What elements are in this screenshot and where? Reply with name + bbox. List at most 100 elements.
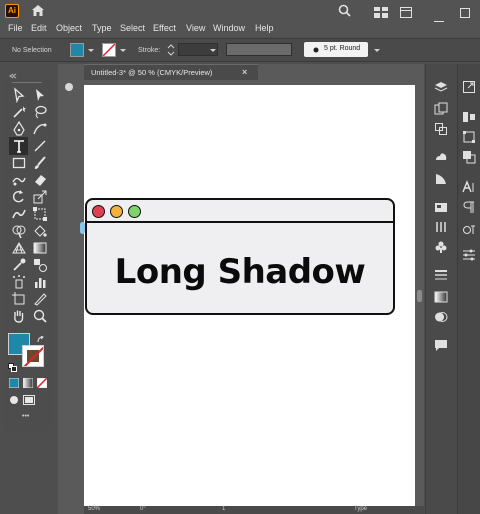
rectangle-tool-icon[interactable] (11, 155, 27, 171)
gradient-mode-icon[interactable] (22, 375, 34, 393)
brush-label: 5 pt. Round (324, 45, 361, 52)
brush-definition[interactable]: 5 pt. Round (304, 42, 368, 57)
slice-tool-icon[interactable] (32, 291, 48, 307)
libraries-icon[interactable] (434, 150, 448, 164)
live-paint-bucket-icon[interactable] (32, 223, 48, 239)
opentype-icon[interactable] (462, 222, 476, 236)
vertical-scrollbar-thumb[interactable] (417, 290, 422, 302)
screen-mode-icon[interactable] (23, 392, 35, 410)
collapse-panel-icon[interactable] (9, 66, 17, 84)
panel-anchor-icon (62, 80, 76, 99)
menu-select[interactable]: Select (120, 23, 145, 33)
shaper-tool-icon[interactable] (11, 172, 27, 188)
stroke-panel-icon[interactable] (434, 268, 448, 282)
stroke-dropdown-icon[interactable] (120, 49, 126, 52)
home-icon[interactable] (31, 4, 45, 22)
symbols-icon[interactable] (434, 240, 448, 254)
minimize-dot (110, 205, 123, 218)
menu-file[interactable]: File (8, 23, 23, 33)
selection-tool-icon[interactable] (11, 87, 27, 103)
status-mode: Type (354, 506, 368, 512)
stroke-label: Stroke: (138, 47, 161, 54)
close-icon[interactable]: × (242, 67, 247, 77)
transform-icon[interactable] (462, 130, 476, 144)
menu-object[interactable]: Object (56, 23, 82, 33)
blend-tool-icon[interactable] (32, 257, 48, 273)
rotate-tool-icon[interactable] (11, 189, 27, 205)
eraser-tool-icon[interactable] (32, 172, 48, 188)
draw-mode-icon[interactable] (9, 392, 19, 410)
rotation-value[interactable]: 0° (140, 506, 146, 512)
artboard-tool-icon[interactable] (11, 291, 27, 307)
arrange-documents-icon[interactable] (374, 5, 388, 23)
menu-effect[interactable]: Effect (153, 23, 176, 33)
pathfinder-icon[interactable] (462, 150, 476, 164)
stroke-swatch[interactable] (102, 43, 116, 57)
selection-status: No Selection (12, 47, 52, 54)
pen-tool-icon[interactable] (11, 121, 27, 137)
maximize-icon[interactable] (460, 5, 470, 23)
zoom-dot (128, 205, 141, 218)
asset-export-icon[interactable] (434, 122, 448, 136)
brush-dropdown-icon[interactable] (374, 49, 380, 52)
variable-width-profile[interactable] (226, 43, 292, 56)
type-tool-icon[interactable] (9, 137, 28, 155)
artboard-number[interactable]: 1 (222, 506, 225, 512)
column-graph-tool-icon[interactable] (32, 274, 48, 290)
menu-window[interactable]: Window (213, 23, 245, 33)
curvature-tool-icon[interactable] (32, 121, 48, 137)
scale-tool-icon[interactable] (32, 189, 48, 205)
transparency-icon[interactable] (434, 310, 448, 324)
menu-type[interactable]: Type (92, 23, 112, 33)
document-tab[interactable]: Untitled-3* @ 50 % (CMYK/Preview) × (84, 64, 258, 80)
warp-tool-icon[interactable] (11, 206, 27, 222)
application-bar: Ai (0, 0, 480, 23)
shape-builder-tool-icon[interactable] (11, 223, 27, 239)
zoom-tool-icon[interactable] (32, 308, 48, 324)
character-icon[interactable] (462, 180, 476, 194)
text-cursor-indicator (80, 222, 85, 234)
color-mode-icon[interactable] (8, 375, 20, 393)
properties-icon[interactable] (434, 172, 448, 186)
artboards-icon[interactable] (434, 102, 448, 116)
menu-edit[interactable]: Edit (31, 23, 47, 33)
stroke-weight-dropdown-icon[interactable] (210, 49, 216, 52)
direct-selection-tool-icon[interactable] (32, 87, 48, 103)
swap-fill-stroke-icon[interactable] (37, 331, 45, 349)
workspace-switcher-icon[interactable] (400, 5, 412, 23)
fill-swatch[interactable] (70, 43, 84, 57)
align-icon[interactable] (462, 110, 476, 124)
browser-window-artwork[interactable]: Long Shadow (85, 198, 395, 315)
menu-help[interactable]: Help (255, 23, 274, 33)
brushes-icon[interactable] (434, 220, 448, 234)
paintbrush-tool-icon[interactable] (32, 155, 48, 171)
hand-tool-icon[interactable] (11, 308, 27, 324)
properties-sliders-icon[interactable] (462, 248, 476, 262)
free-transform-tool-icon[interactable] (32, 206, 48, 222)
magic-wand-tool-icon[interactable] (11, 104, 27, 120)
app-logo: Ai (5, 4, 19, 18)
edit-toolbar-button[interactable]: ••• (22, 413, 29, 420)
perspective-grid-tool-icon[interactable] (11, 240, 27, 256)
search-icon[interactable] (338, 4, 351, 22)
image-trace-icon[interactable] (434, 200, 448, 214)
menu-view[interactable]: View (186, 23, 205, 33)
fill-dropdown-icon[interactable] (88, 49, 94, 52)
gradient-panel-icon[interactable] (434, 290, 448, 304)
headline-text[interactable]: Long Shadow (87, 252, 393, 292)
status-bar: 50% 0° 1 Type (84, 506, 424, 514)
none-mode-icon[interactable] (36, 375, 48, 393)
eyedropper-tool-icon[interactable] (11, 257, 27, 273)
navigator-icon[interactable] (462, 80, 476, 94)
symbol-sprayer-tool-icon[interactable] (11, 274, 27, 290)
gradient-tool-icon[interactable] (32, 240, 48, 256)
close-dot (92, 205, 105, 218)
paragraph-icon[interactable] (462, 200, 476, 214)
stroke-weight-stepper-icon[interactable] (167, 43, 175, 61)
line-segment-tool-icon[interactable] (32, 138, 48, 154)
layers-icon[interactable] (434, 80, 448, 94)
lasso-tool-icon[interactable] (32, 104, 48, 120)
window-title-strip (87, 200, 393, 223)
zoom-level[interactable]: 50% (88, 506, 100, 512)
comments-icon[interactable] (434, 338, 448, 352)
